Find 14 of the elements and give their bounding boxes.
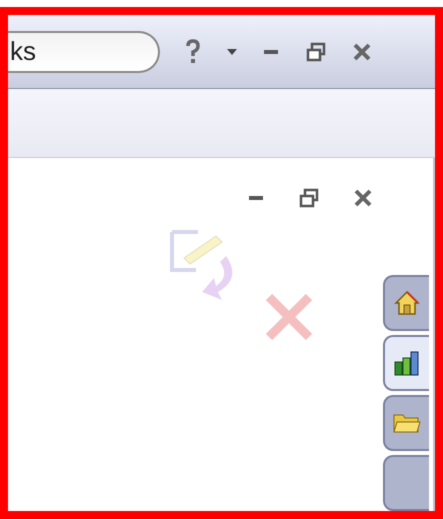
minimize-icon: [263, 48, 279, 55]
document-restore-button[interactable]: [297, 186, 321, 210]
restore-icon: [299, 188, 319, 208]
house-icon: [393, 289, 421, 317]
close-icon: [352, 42, 372, 62]
faded-x-mark-icon: [264, 292, 314, 342]
search-text: ks: [9, 35, 36, 68]
help-icon: [185, 38, 201, 65]
search-field[interactable]: ks: [8, 30, 160, 73]
close-icon: [353, 188, 373, 208]
restore-icon: [306, 42, 326, 62]
task-pane-tab[interactable]: [383, 335, 429, 391]
minimize-icon: [248, 195, 264, 201]
caret-icon: [227, 48, 237, 55]
